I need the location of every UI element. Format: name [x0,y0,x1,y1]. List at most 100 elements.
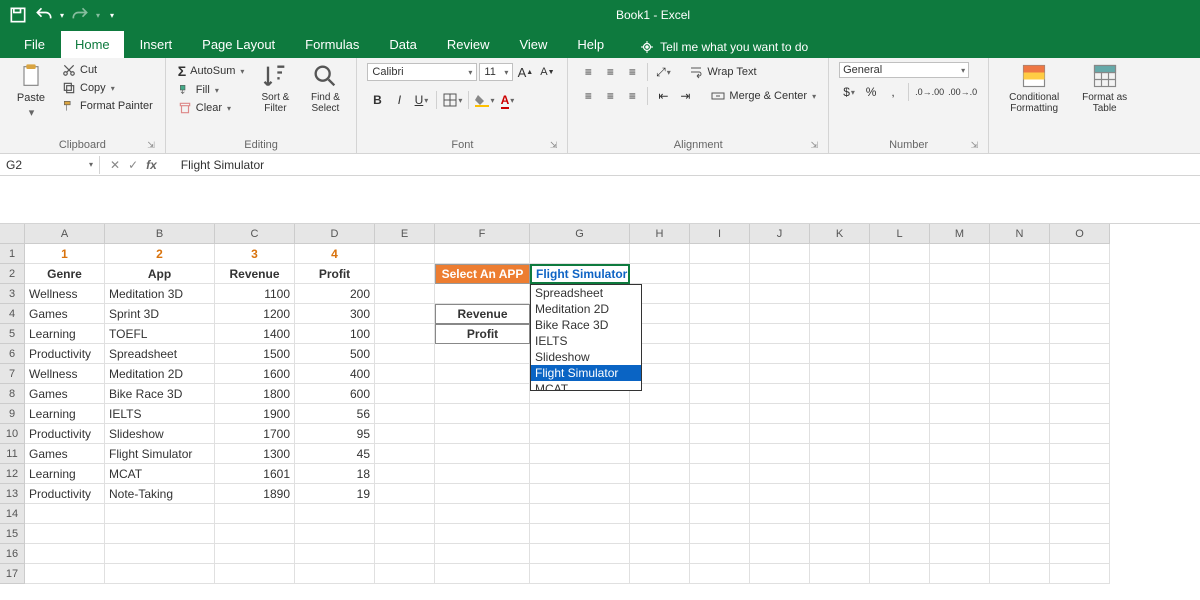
cell[interactable] [375,564,435,584]
cell[interactable] [870,524,930,544]
cell[interactable] [1050,364,1110,384]
conditional-formatting-button[interactable]: Conditional Formatting [999,62,1069,114]
cell[interactable]: MCAT [105,464,215,484]
column-header[interactable]: D [295,224,375,244]
cell[interactable]: Wellness [25,364,105,384]
cell[interactable] [435,244,530,264]
undo-icon[interactable] [34,5,54,25]
cell[interactable] [750,264,810,284]
cell[interactable]: 1100 [215,284,295,304]
cell[interactable] [750,504,810,524]
cell[interactable] [690,284,750,304]
dropdown-option[interactable]: Spreadsheet [531,285,641,301]
dropdown-option[interactable]: Meditation 2D [531,301,641,317]
cell[interactable] [930,384,990,404]
cell[interactable] [990,544,1050,564]
cell[interactable] [930,444,990,464]
cell[interactable] [435,284,530,304]
cell[interactable] [295,504,375,524]
cell[interactable]: Sprint 3D [105,304,215,324]
cell[interactable] [375,344,435,364]
row-header[interactable]: 7 [0,364,25,384]
cell[interactable] [530,464,630,484]
cell[interactable] [690,404,750,424]
cell[interactable] [690,264,750,284]
cell[interactable]: 1800 [215,384,295,404]
cell[interactable] [1050,304,1110,324]
cell[interactable] [25,524,105,544]
cell[interactable]: Bike Race 3D [105,384,215,404]
cell[interactable] [690,464,750,484]
column-header[interactable]: A [25,224,105,244]
cell[interactable] [870,264,930,284]
cell[interactable]: 1700 [215,424,295,444]
column-header[interactable]: I [690,224,750,244]
autosum-button[interactable]: ΣAutoSum▾ [176,62,247,80]
decrease-indent-icon[interactable]: ⇤ [653,86,673,106]
number-dialog-icon[interactable]: ⇲ [971,140,979,151]
cell[interactable]: 1900 [215,404,295,424]
comma-icon[interactable]: , [883,82,903,102]
cell[interactable] [530,544,630,564]
cell[interactable]: 1400 [215,324,295,344]
cell[interactable]: Spreadsheet [105,344,215,364]
row-header[interactable]: 1 [0,244,25,264]
cell[interactable] [435,424,530,444]
cell[interactable] [750,324,810,344]
row-header[interactable]: 17 [0,564,25,584]
cell[interactable]: Flight Simulator [105,444,215,464]
column-header[interactable]: O [1050,224,1110,244]
cell[interactable] [435,364,530,384]
copy-button[interactable]: Copy▾ [60,80,155,96]
cell[interactable] [435,564,530,584]
cell[interactable]: Learning [25,404,105,424]
cell[interactable]: Meditation 2D [105,364,215,384]
column-header[interactable]: M [930,224,990,244]
redo-icon[interactable] [70,5,90,25]
border-button[interactable]: ▾ [442,90,463,110]
cell[interactable] [810,344,870,364]
cell[interactable] [630,564,690,584]
cell[interactable] [435,344,530,364]
cell[interactable] [690,304,750,324]
merge-center-button[interactable]: Merge & Center▾ [709,88,818,104]
cell[interactable] [690,444,750,464]
wrap-text-button[interactable]: Wrap Text [687,64,758,80]
cell[interactable] [990,244,1050,264]
cell[interactable] [690,384,750,404]
cell[interactable] [750,364,810,384]
cell[interactable] [1050,384,1110,404]
column-header[interactable]: G [530,224,630,244]
cell[interactable]: 1600 [215,364,295,384]
name-box[interactable]: G2▾ [0,156,100,174]
column-header[interactable]: L [870,224,930,244]
increase-indent-icon[interactable]: ⇥ [675,86,695,106]
cell[interactable] [810,364,870,384]
cell[interactable] [930,244,990,264]
cell[interactable] [930,264,990,284]
cell[interactable] [1050,244,1110,264]
cell[interactable] [750,564,810,584]
cell[interactable] [930,304,990,324]
cell[interactable] [630,244,690,264]
cell[interactable] [630,264,690,284]
cell[interactable] [810,524,870,544]
cell[interactable] [870,244,930,264]
cell[interactable] [750,524,810,544]
cell[interactable] [930,484,990,504]
cell[interactable] [215,544,295,564]
column-header[interactable]: C [215,224,295,244]
cell[interactable] [690,524,750,544]
row-header[interactable]: 6 [0,344,25,364]
format-painter-button[interactable]: Format Painter [60,98,155,114]
cell[interactable] [870,484,930,504]
cell[interactable]: 19 [295,484,375,504]
row-header[interactable]: 2 [0,264,25,284]
cell[interactable] [810,284,870,304]
cell[interactable] [1050,564,1110,584]
undo-dropdown[interactable]: ▾ [60,11,64,20]
cell[interactable] [1050,464,1110,484]
cell[interactable]: 3 [215,244,295,264]
row-header[interactable]: 15 [0,524,25,544]
cell[interactable] [810,484,870,504]
